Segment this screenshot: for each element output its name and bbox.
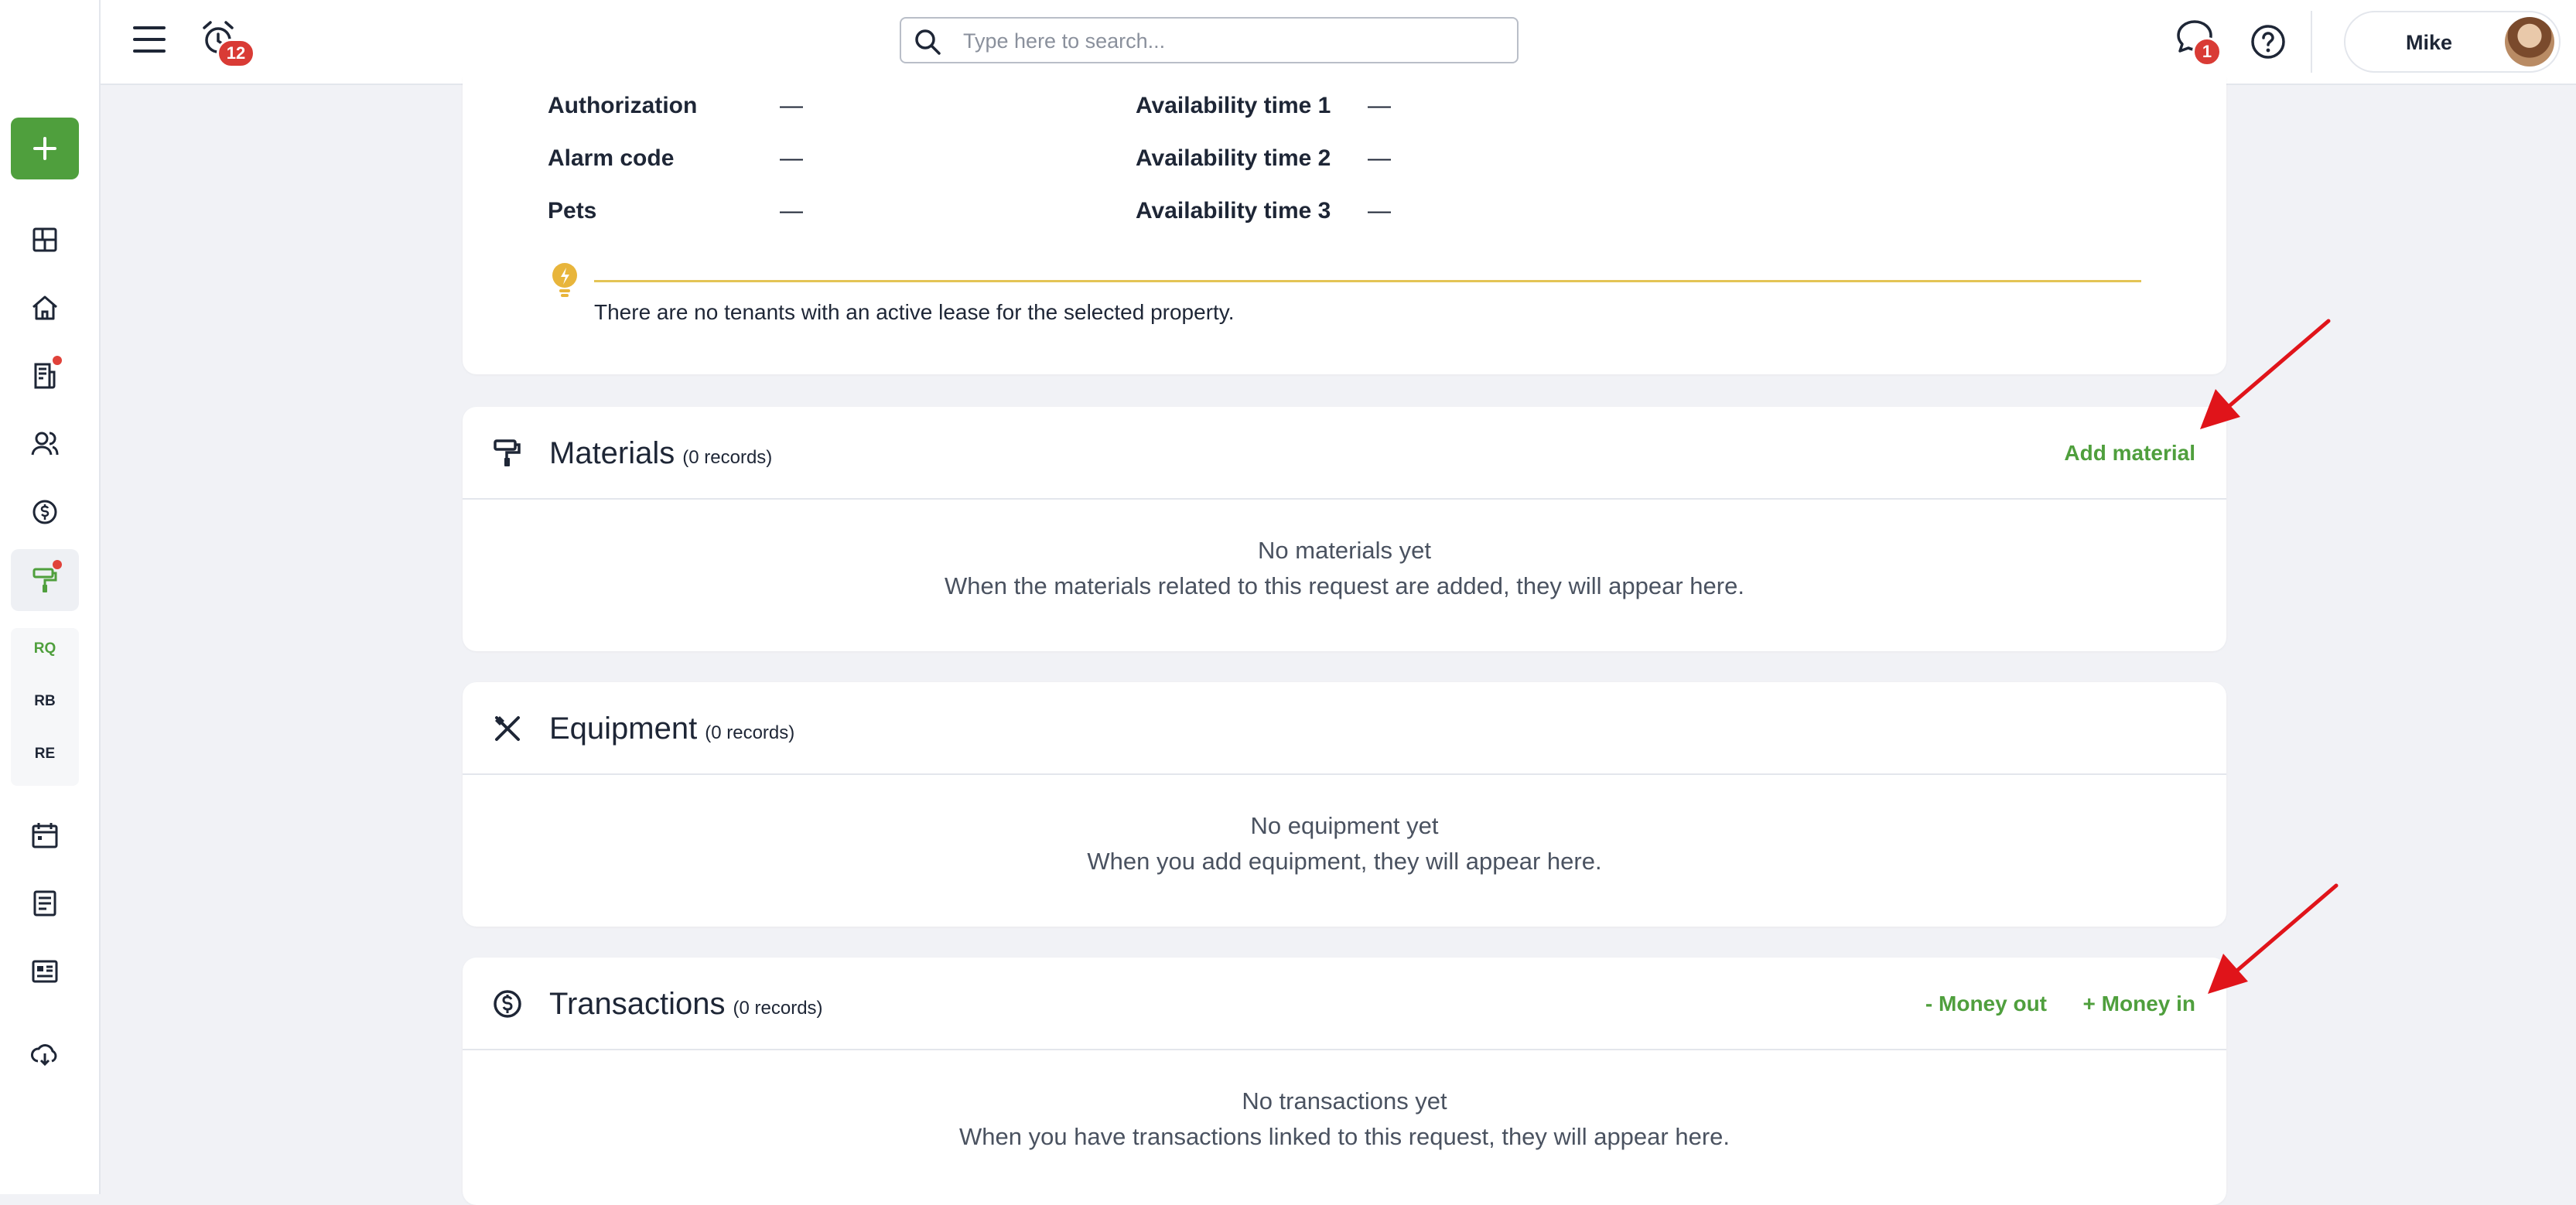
detail-label: Availability time 2 xyxy=(1136,145,1331,171)
sidebar-item-download[interactable] xyxy=(11,1024,79,1086)
messages-button[interactable]: 1 xyxy=(2174,17,2223,68)
calendar-icon xyxy=(32,823,58,848)
dashboard-icon xyxy=(32,227,57,252)
messages-badge: 1 xyxy=(2192,37,2222,67)
detail-label: Alarm code xyxy=(548,145,675,171)
request-details-card: Authorization — Alarm code — Pets — Avai… xyxy=(463,77,2226,374)
equipment-title: Equipment xyxy=(549,712,698,746)
search-icon xyxy=(915,29,941,55)
detail-value: — xyxy=(1368,145,1391,171)
detail-label: Pets xyxy=(548,198,597,224)
empty-state-description: When the materials related to this reque… xyxy=(945,572,1744,599)
section-title: Transactions (0 records) xyxy=(549,987,823,1022)
paint-roller-icon xyxy=(32,568,57,592)
money-in-button[interactable]: + Money in xyxy=(2083,992,2195,1016)
detail-value: — xyxy=(780,145,803,171)
add-new-button[interactable] xyxy=(11,118,79,179)
sidebar-item-calendar[interactable] xyxy=(11,804,79,866)
sidebar-item-people[interactable] xyxy=(11,413,79,475)
subnav-requests[interactable]: RQ xyxy=(11,640,79,657)
materials-card: Materials (0 records) Add material No mat… xyxy=(463,407,2226,651)
notification-dot xyxy=(53,356,62,365)
equipment-card: Equipment (0 records) No equipment yet Wh… xyxy=(463,682,2226,927)
empty-state-title: No transactions yet xyxy=(1242,1087,1447,1115)
user-menu[interactable]: Mike xyxy=(2344,11,2561,73)
transactions-title: Transactions xyxy=(549,987,726,1021)
user-name: Mike xyxy=(2405,31,2453,54)
sidebar-item-accounting[interactable] xyxy=(11,481,79,543)
records-count: (0 records) xyxy=(733,998,823,1019)
empty-state-title: No materials yet xyxy=(1258,537,1431,564)
sidebar-item-dashboard[interactable] xyxy=(11,209,79,271)
detail-value: — xyxy=(1368,93,1391,118)
section-title: Materials (0 records) xyxy=(549,436,772,471)
dollar-icon xyxy=(494,990,521,1018)
document-icon xyxy=(34,363,56,389)
subnav-re[interactable]: RE xyxy=(11,746,79,763)
tools-icon xyxy=(495,716,520,741)
detail-value: — xyxy=(1368,198,1391,224)
search-input[interactable] xyxy=(963,26,1497,56)
sidebar-item-news[interactable] xyxy=(11,940,79,1002)
sidebar-item-leases[interactable] xyxy=(11,345,79,407)
records-count: (0 records) xyxy=(705,722,795,743)
empty-state-title: No equipment yet xyxy=(1250,812,1439,839)
annotation-arrow xyxy=(2200,319,2331,429)
hamburger-menu-icon[interactable] xyxy=(132,22,167,57)
alarm-button[interactable]: 12 xyxy=(200,19,255,68)
alarm-badge: 12 xyxy=(217,39,255,68)
help-icon[interactable] xyxy=(2250,23,2287,60)
tip-divider xyxy=(594,280,2141,282)
materials-header: Materials (0 records) Add material xyxy=(463,407,2226,500)
avatar xyxy=(2505,17,2554,67)
topbar-divider xyxy=(2311,11,2312,73)
no-tenants-tip: There are no tenants with an active leas… xyxy=(594,300,1235,324)
subnav-rb[interactable]: RB xyxy=(11,693,79,710)
notification-dot xyxy=(53,560,62,569)
cloud-download-icon xyxy=(31,1044,57,1067)
empty-state-description: When you have transactions linked to thi… xyxy=(959,1123,1730,1150)
home-icon xyxy=(32,295,57,320)
dollar-icon xyxy=(32,500,57,524)
section-title: Equipment (0 records) xyxy=(549,712,794,746)
maintenance-subnav: RQ RB RE xyxy=(11,628,79,786)
add-material-button[interactable]: Add material xyxy=(2064,441,2195,466)
search-bar[interactable] xyxy=(900,17,1519,63)
sidebar-item-reports[interactable] xyxy=(11,872,79,934)
sidebar-item-properties[interactable] xyxy=(11,277,79,339)
report-icon xyxy=(33,890,56,917)
annotation-arrow xyxy=(2208,883,2339,994)
detail-label: Availability time 1 xyxy=(1136,93,1331,118)
plus-icon xyxy=(33,137,56,160)
sidebar-item-maintenance[interactable] xyxy=(11,549,79,611)
transactions-card: Transactions (0 records) - Money out + Mo… xyxy=(463,958,2226,1205)
records-count: (0 records) xyxy=(682,447,773,468)
sidebar: RQ RB RE xyxy=(0,0,101,1194)
news-icon xyxy=(32,960,58,983)
money-out-button[interactable]: - Money out xyxy=(1925,992,2047,1016)
top-bar: 12 1 Mike xyxy=(101,0,2576,85)
materials-title: Materials xyxy=(549,436,675,470)
lightbulb-icon xyxy=(552,263,577,297)
empty-state-description: When you add equipment, they will appear… xyxy=(1087,848,1602,875)
detail-value: — xyxy=(780,93,803,118)
transactions-header: Transactions (0 records) - Money out + Mo… xyxy=(463,958,2226,1050)
detail-label: Authorization xyxy=(548,93,698,118)
detail-label: Availability time 3 xyxy=(1136,198,1331,224)
detail-value: — xyxy=(780,198,803,224)
people-icon xyxy=(31,432,59,456)
equipment-header: Equipment (0 records) xyxy=(463,682,2226,775)
paint-roller-icon xyxy=(494,439,521,466)
